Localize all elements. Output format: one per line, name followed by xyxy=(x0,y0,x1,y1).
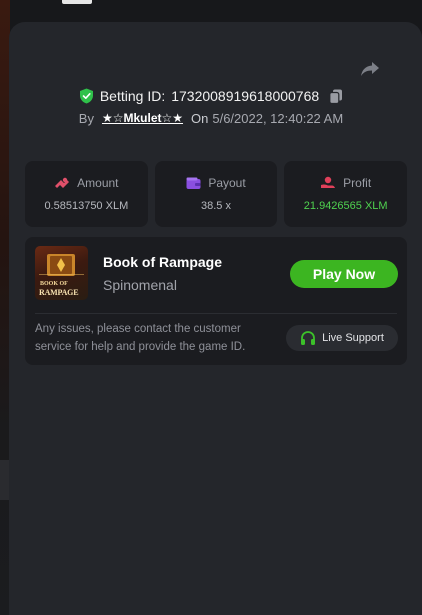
stat-profit-label: Profit xyxy=(343,176,372,190)
betting-id-row: Betting ID: 1732008919618000768 xyxy=(0,86,422,106)
support-notice: Any issues, please contact the customer … xyxy=(35,323,246,353)
game-card: BOOK OF RAMPAGE Book of Rampage Spinomen… xyxy=(25,237,407,365)
game-name: Book of Rampage xyxy=(103,254,223,270)
username-link[interactable]: ★☆Mkulet☆★ xyxy=(102,111,183,125)
divider xyxy=(35,313,397,314)
game-provider: Spinomenal xyxy=(103,277,177,293)
thumb-title-bottom: RAMPAGE xyxy=(39,288,79,297)
verified-shield-icon xyxy=(79,88,93,104)
game-thumbnail[interactable]: BOOK OF RAMPAGE xyxy=(35,246,88,300)
copy-button[interactable] xyxy=(329,89,343,104)
share-icon xyxy=(361,62,379,76)
stat-payout: Payout 38.5 x xyxy=(154,161,278,227)
bettor-row: By ★☆Mkulet☆★ On 5/6/2022, 12:40:22 AM xyxy=(0,108,422,128)
copy-icon xyxy=(329,89,343,104)
stat-amount-label: Amount xyxy=(77,176,119,190)
play-now-button[interactable]: Play Now xyxy=(290,260,398,288)
thumb-title-top: BOOK OF xyxy=(40,281,68,287)
profit-hand-icon xyxy=(321,176,336,188)
share-button[interactable] xyxy=(357,57,383,81)
stat-profit-value: 21.9426565 XLM xyxy=(303,200,388,212)
stat-payout-label: Payout xyxy=(208,176,246,190)
betting-id-value: 1732008919618000768 xyxy=(171,88,320,104)
live-support-button[interactable]: Live Support xyxy=(286,325,398,351)
stat-payout-value: 38.5 x xyxy=(201,200,231,212)
modal-title-stub xyxy=(62,0,92,4)
stat-amount-value: 0.58513750 XLM xyxy=(44,200,129,212)
stat-amount: Amount 0.58513750 XLM xyxy=(25,161,148,227)
live-support-label: Live Support xyxy=(322,332,384,344)
bet-stats: Amount 0.58513750 XLM Payout 38.5 x Prof… xyxy=(25,161,408,227)
headset-icon xyxy=(301,330,316,345)
on-label: On xyxy=(191,110,209,126)
bet-datetime: 5/6/2022, 12:40:22 AM xyxy=(212,110,344,126)
stat-profit: Profit 21.9426565 XLM xyxy=(284,161,408,227)
betting-id-label: Betting ID: xyxy=(99,88,166,104)
wallet-icon xyxy=(186,177,201,189)
coins-icon xyxy=(55,177,70,188)
by-label: By xyxy=(78,110,94,126)
